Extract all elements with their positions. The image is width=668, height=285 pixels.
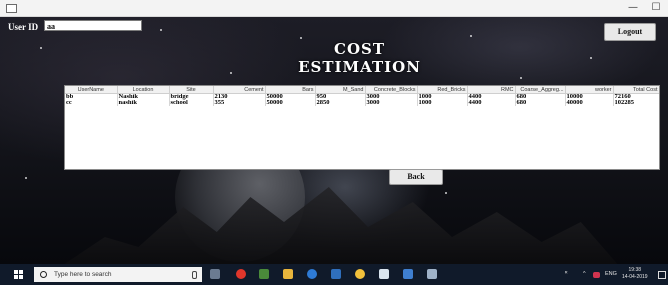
column-header[interactable]: RMC bbox=[467, 86, 516, 94]
app-window-icon bbox=[6, 4, 17, 13]
logout-button[interactable]: Logout bbox=[604, 23, 656, 41]
java-app-icon[interactable] bbox=[427, 269, 437, 279]
window-title-bar: — ☐ bbox=[0, 0, 668, 17]
column-header[interactable]: Coarse_Aggreg... bbox=[515, 86, 566, 94]
app-icon[interactable] bbox=[259, 269, 269, 279]
column-header[interactable]: Site bbox=[169, 86, 214, 94]
column-header[interactable]: UserName bbox=[65, 86, 118, 94]
table-cell: nashik bbox=[117, 100, 170, 106]
column-header[interactable]: Total Cost bbox=[613, 86, 659, 94]
table-cell: 3000 bbox=[365, 100, 418, 106]
clock-time: 19:38 bbox=[628, 267, 642, 273]
table-cell: 4400 bbox=[467, 100, 516, 106]
page-title: COST ESTIMATION bbox=[298, 40, 421, 76]
table-cell: cc bbox=[65, 100, 118, 106]
user-id-label: User ID bbox=[8, 22, 39, 32]
column-header[interactable]: Cement bbox=[213, 86, 266, 94]
windows-taskbar: Type here to search ᴿ ^ ENG 19:38 14-04-… bbox=[0, 264, 668, 285]
column-header[interactable]: Concrete_Blocks bbox=[365, 86, 418, 94]
user-id-field[interactable]: aa bbox=[44, 20, 142, 31]
minimize-button[interactable]: — bbox=[622, 0, 644, 16]
column-header[interactable]: Red_Bricks bbox=[417, 86, 468, 94]
rock-formation-graphic bbox=[60, 187, 620, 264]
search-placeholder: Type here to search bbox=[54, 271, 112, 278]
eclipse-icon[interactable] bbox=[331, 269, 341, 279]
chrome-icon[interactable] bbox=[355, 269, 365, 279]
table-cell: 102285 bbox=[613, 100, 659, 106]
table-cell: 50000 bbox=[265, 100, 316, 106]
taskbar-search-box[interactable]: Type here to search bbox=[34, 267, 202, 282]
search-icon bbox=[40, 271, 47, 278]
chevron-up-icon[interactable]: ^ bbox=[583, 271, 586, 277]
table-cell: 680 bbox=[515, 100, 566, 106]
table-cell: school bbox=[169, 100, 214, 106]
app-icon[interactable] bbox=[403, 269, 413, 279]
windows-start-icon[interactable] bbox=[14, 270, 24, 280]
people-icon[interactable]: ᴿ bbox=[565, 271, 567, 277]
column-header[interactable]: Location bbox=[117, 86, 170, 94]
column-header[interactable]: M_Sand bbox=[315, 86, 366, 94]
table-cell: 1000 bbox=[417, 100, 468, 106]
cost-estimation-table[interactable]: UserName Location Site Cement Bars M_San… bbox=[64, 85, 660, 170]
file-explorer-icon[interactable] bbox=[283, 269, 293, 279]
microphone-icon[interactable] bbox=[192, 271, 197, 279]
clock-date: 14-04-2019 bbox=[622, 274, 648, 280]
column-header[interactable]: worker bbox=[565, 86, 614, 94]
edge-icon[interactable] bbox=[307, 269, 317, 279]
maximize-button[interactable]: ☐ bbox=[645, 0, 667, 16]
tray-app-icon[interactable] bbox=[593, 272, 600, 278]
opera-icon[interactable] bbox=[236, 269, 246, 279]
table-row[interactable]: cc nashik school 355 50000 2850 3000 100… bbox=[65, 100, 659, 106]
task-view-icon[interactable] bbox=[210, 269, 220, 279]
table-cell: 355 bbox=[213, 100, 266, 106]
column-header[interactable]: Bars bbox=[265, 86, 316, 94]
back-button[interactable]: Back bbox=[389, 169, 443, 185]
table-cell: 2850 bbox=[315, 100, 366, 106]
notification-icon[interactable] bbox=[658, 271, 666, 279]
table-cell: 40000 bbox=[565, 100, 614, 106]
table-header-row: UserName Location Site Cement Bars M_San… bbox=[65, 86, 659, 94]
app-icon[interactable] bbox=[379, 269, 389, 279]
system-clock[interactable]: 19:38 14-04-2019 bbox=[622, 267, 648, 281]
language-indicator[interactable]: ENG bbox=[605, 271, 617, 277]
